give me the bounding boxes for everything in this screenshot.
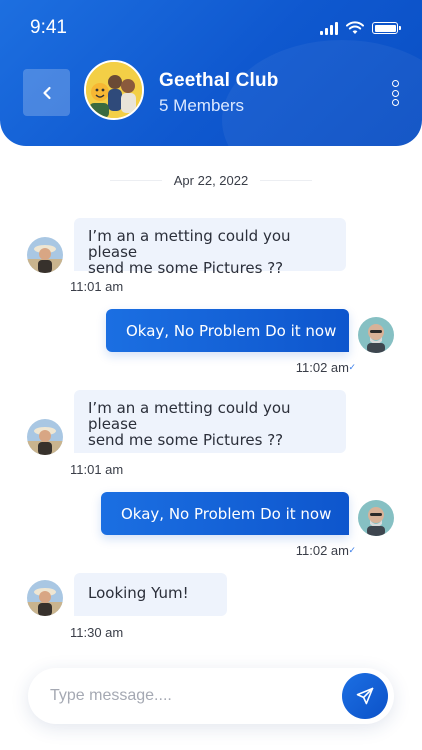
wifi-icon [346, 21, 364, 34]
date-divider: Apr 22, 2022 [0, 173, 422, 188]
message-text: Okay, No Problem Do it now [121, 505, 332, 523]
signal-icon [320, 21, 338, 35]
message-bubble-incoming[interactable]: Looking Yum! [74, 573, 227, 616]
sender-avatar[interactable] [27, 419, 63, 455]
chat-date: Apr 22, 2022 [173, 173, 249, 188]
message-bubble-incoming[interactable]: I’m an a metting could you please send m… [74, 218, 346, 276]
sender-avatar[interactable] [27, 237, 63, 273]
chat-header: 9:41 Geethal Club 5 Members [0, 0, 422, 146]
my-photo-image [358, 500, 394, 536]
group-photo-image [86, 62, 142, 118]
message-text: Okay, No Problem Do it now [126, 322, 337, 340]
status-time: 9:41 [30, 17, 67, 38]
message-input[interactable] [50, 682, 330, 710]
message-text: I’m an a metting could you please [88, 399, 291, 433]
more-options-button[interactable] [390, 80, 400, 106]
message-text: send me some Pictures ?? [88, 259, 284, 277]
battery-icon [372, 22, 401, 34]
group-name: Geethal Club [159, 70, 279, 91]
back-chevron-icon [42, 86, 51, 99]
group-avatar[interactable] [84, 60, 144, 120]
message-time: 11:01 am [70, 279, 124, 294]
message-time: 11:02 am [295, 360, 349, 375]
sender-photo-image [27, 419, 63, 455]
message-time: 11:02 am [295, 543, 349, 558]
sender-photo-image [27, 580, 63, 616]
message-composer [28, 668, 394, 724]
send-icon [356, 687, 374, 705]
sender-photo-image [27, 237, 63, 273]
my-avatar[interactable] [358, 317, 394, 353]
my-photo-image [358, 317, 394, 353]
back-button[interactable] [23, 69, 70, 116]
message-text: I’m an a metting could you please [88, 227, 291, 261]
message-bubble-outgoing[interactable]: Okay, No Problem Do it now [106, 309, 349, 352]
message-bubble-incoming[interactable]: I’m an a metting could you please send m… [74, 390, 346, 453]
message-time: 11:01 am [70, 462, 124, 477]
read-tick-icon: ✓ [348, 546, 356, 556]
read-tick-icon: ✓ [348, 363, 356, 373]
status-icons [320, 20, 401, 36]
message-bubble-outgoing[interactable]: Okay, No Problem Do it now [101, 492, 349, 535]
message-time: 11:30 am [70, 625, 124, 640]
send-button[interactable] [342, 673, 388, 719]
message-text: send me some Pictures ?? [88, 431, 284, 449]
group-member-count: 5 Members [159, 96, 245, 115]
sender-avatar[interactable] [27, 580, 63, 616]
message-text: Looking Yum! [88, 584, 189, 602]
my-avatar[interactable] [358, 500, 394, 536]
more-vertical-icon [391, 80, 399, 87]
